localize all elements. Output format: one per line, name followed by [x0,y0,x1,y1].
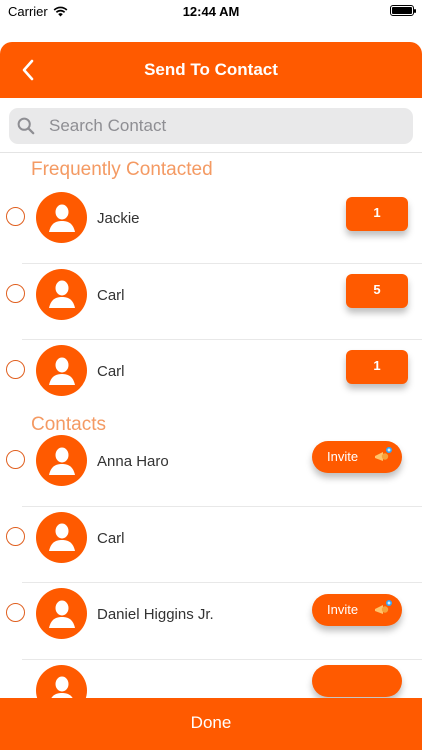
person-icon [48,600,75,628]
avatar [36,435,87,486]
invite-button[interactable] [312,664,402,697]
contact-name: Carl [97,529,125,547]
megaphone-icon [375,600,392,614]
list-item[interactable]: Carl 5 [0,264,422,340]
contact-count-badge: 1 [346,350,408,384]
select-radio[interactable] [6,207,25,226]
list-item[interactable]: Daniel Higgins Jr. Invite [0,583,422,660]
invite-label: Invite [327,602,359,617]
search-input[interactable] [49,116,379,136]
megaphone-icon [375,447,392,461]
avatar [36,345,87,396]
person-icon [48,357,75,385]
page-title: Send To Contact [144,60,278,79]
person-icon [48,204,75,232]
select-radio[interactable] [6,603,25,622]
search-bar [0,98,422,153]
invite-button[interactable]: Invite [312,441,402,473]
status-bar: Carrier 12:44 AM [0,0,422,22]
select-radio[interactable] [6,526,25,546]
contact-name: Carl [97,363,125,380]
search-box[interactable] [9,108,413,144]
contact-sheet: Send To Contact Frequently Contacted Jac… [0,42,422,750]
select-radio[interactable] [6,283,25,303]
nav-header: Send To Contact [0,42,422,98]
contact-name: Daniel Higgins Jr. [97,606,214,623]
list-item[interactable]: Carl 1 [0,340,422,408]
contact-name: Jackie [97,210,140,227]
list-item[interactable]: Carl [0,507,422,583]
person-icon [48,447,75,475]
person-icon [48,280,75,308]
list-item[interactable]: Jackie 1 [0,187,422,264]
avatar [36,192,87,243]
invite-button[interactable]: Invite [312,594,402,626]
status-right [390,5,416,16]
invite-label: Invite [327,449,359,464]
done-button[interactable]: Done [0,698,422,750]
section-title-frequent: Frequently Contacted [31,159,213,180]
person-icon [48,523,75,551]
avatar [36,511,87,563]
contact-count-badge: 5 [346,273,408,308]
select-radio[interactable] [6,450,25,469]
contact-name: Carl [97,286,125,304]
status-time: 12:44 AM [182,4,240,19]
avatar [36,588,87,639]
select-radio[interactable] [6,360,25,379]
contact-count-badge: 1 [346,197,408,231]
battery-icon [390,5,416,16]
avatar [36,268,87,320]
contact-name: Anna Haro [97,453,169,470]
search-icon [17,117,35,135]
